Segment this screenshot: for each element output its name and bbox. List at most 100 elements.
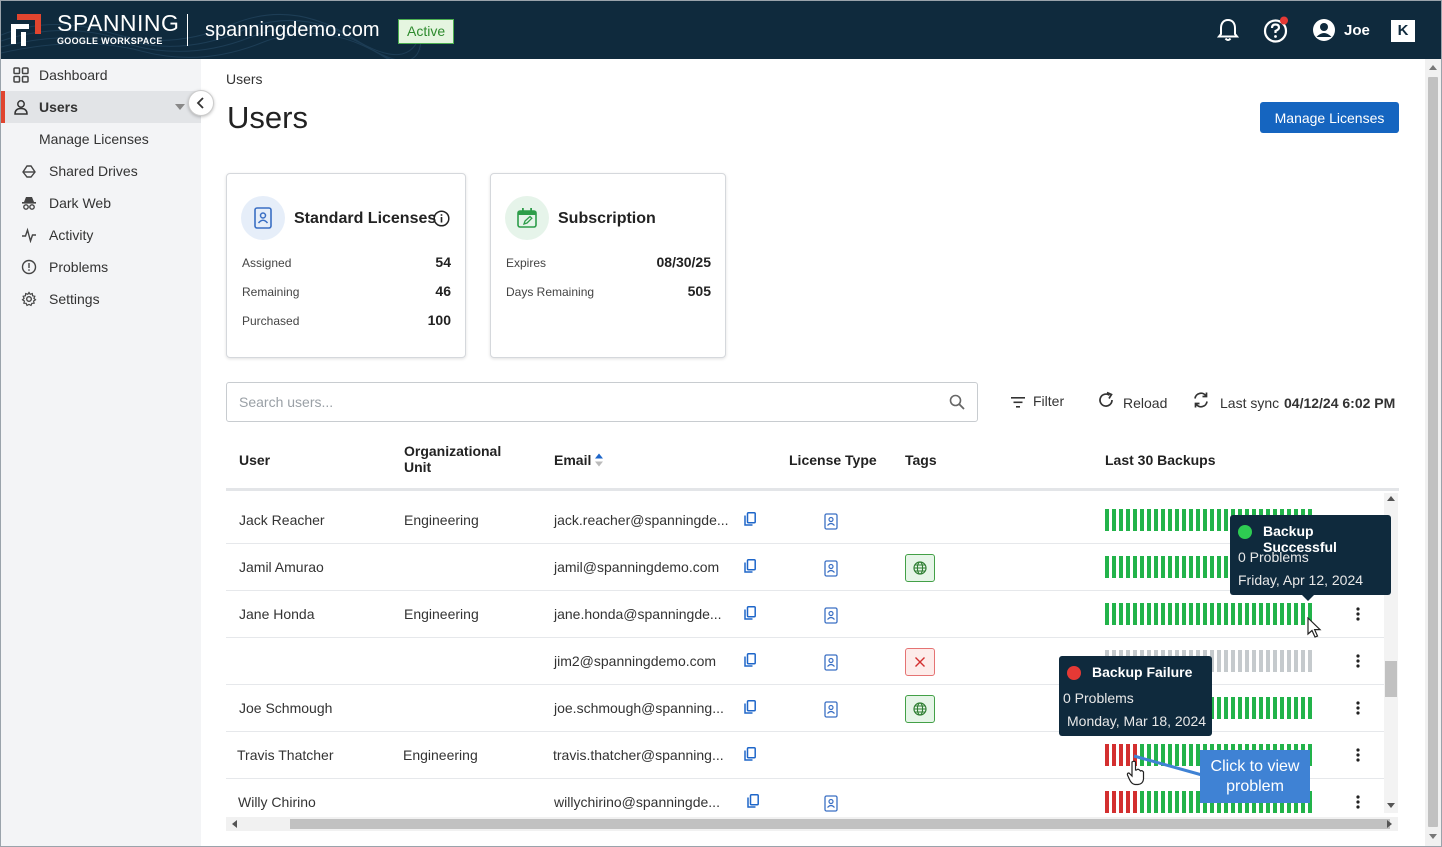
scrollbar-thumb[interactable]: [1385, 661, 1397, 697]
backup-success-bar[interactable]: [1175, 791, 1179, 813]
backup-success-bar[interactable]: [1203, 509, 1207, 531]
backup-failure-bar[interactable]: [1126, 791, 1130, 813]
backup-success-bar[interactable]: [1245, 603, 1249, 625]
backup-success-bar[interactable]: [1147, 791, 1151, 813]
scroll-down-arrow-icon[interactable]: [1387, 803, 1395, 809]
backup-none-bar[interactable]: [1231, 650, 1235, 672]
backup-success-bar[interactable]: [1266, 697, 1270, 719]
backup-success-bar[interactable]: [1175, 556, 1179, 578]
backup-success-bar[interactable]: [1196, 603, 1200, 625]
backup-success-bar[interactable]: [1245, 697, 1249, 719]
chevron-down-icon[interactable]: [175, 104, 185, 110]
backup-success-bar[interactable]: [1105, 556, 1109, 578]
info-icon[interactable]: [433, 210, 450, 227]
backup-success-bar[interactable]: [1161, 509, 1165, 531]
scroll-down-arrow-icon[interactable]: [1429, 834, 1437, 840]
backup-failure-bar[interactable]: [1105, 744, 1109, 766]
column-header-user[interactable]: User: [239, 452, 270, 468]
backup-success-bar[interactable]: [1140, 556, 1144, 578]
backup-none-bar[interactable]: [1217, 650, 1221, 672]
table-row[interactable]: Jack Reacher Engineering jack.reacher@sp…: [226, 497, 1384, 544]
copy-icon[interactable]: [744, 606, 756, 620]
scroll-up-arrow-icon[interactable]: [1429, 64, 1437, 70]
backup-success-bar[interactable]: [1224, 556, 1228, 578]
table-row[interactable]: Jane Honda Engineering jane.honda@spanni…: [226, 591, 1384, 638]
backup-failure-bar[interactable]: [1112, 744, 1116, 766]
backup-success-bar[interactable]: [1182, 603, 1186, 625]
backup-success-bar[interactable]: [1147, 603, 1151, 625]
backup-success-bar[interactable]: [1224, 603, 1228, 625]
backup-success-bar[interactable]: [1161, 556, 1165, 578]
backup-none-bar[interactable]: [1280, 650, 1284, 672]
backup-success-bar[interactable]: [1126, 509, 1130, 531]
user-name[interactable]: Joe: [1344, 22, 1370, 39]
sidebar-item-activity[interactable]: Activity: [1, 219, 201, 251]
more-options-icon[interactable]: [1356, 701, 1360, 715]
backup-success-bar[interactable]: [1112, 603, 1116, 625]
backup-failure-bar[interactable]: [1119, 744, 1123, 766]
sidebar-item-dark-web[interactable]: Dark Web: [1, 187, 201, 219]
backup-success-bar[interactable]: [1217, 697, 1221, 719]
page-vertical-scrollbar[interactable]: [1425, 59, 1441, 846]
backup-success-bar[interactable]: [1154, 509, 1158, 531]
backup-success-bar[interactable]: [1224, 697, 1228, 719]
backup-success-bar[interactable]: [1189, 603, 1193, 625]
backup-success-bar[interactable]: [1280, 603, 1284, 625]
backup-none-bar[interactable]: [1259, 650, 1263, 672]
help-icon[interactable]: [1263, 16, 1291, 44]
sidebar-item-shared-drives[interactable]: Shared Drives: [1, 155, 201, 187]
backup-success-bar[interactable]: [1147, 509, 1151, 531]
backup-success-bar[interactable]: [1119, 603, 1123, 625]
backup-success-bar[interactable]: [1175, 603, 1179, 625]
backup-success-bar[interactable]: [1217, 556, 1221, 578]
bell-icon[interactable]: [1216, 17, 1240, 43]
backup-success-bar[interactable]: [1301, 697, 1305, 719]
backup-success-bar[interactable]: [1119, 509, 1123, 531]
backup-success-bar[interactable]: [1259, 603, 1263, 625]
backup-success-bar[interactable]: [1168, 791, 1172, 813]
backup-success-bar[interactable]: [1112, 556, 1116, 578]
sidebar-item-settings[interactable]: Settings: [1, 283, 201, 315]
backup-success-bar[interactable]: [1140, 603, 1144, 625]
sidebar-item-dashboard[interactable]: Dashboard: [1, 59, 201, 91]
user-name-cell[interactable]: Joe Schmough: [239, 700, 332, 716]
more-options-icon[interactable]: [1356, 795, 1360, 809]
backup-success-bar[interactable]: [1259, 697, 1263, 719]
sort-icon[interactable]: [594, 452, 604, 468]
backup-success-bar[interactable]: [1238, 603, 1242, 625]
sidebar-item-manage-licenses[interactable]: Manage Licenses: [1, 123, 201, 155]
user-name-cell[interactable]: Willy Chirino: [238, 794, 316, 810]
backup-success-bar[interactable]: [1280, 697, 1284, 719]
backup-success-bar[interactable]: [1266, 603, 1270, 625]
scroll-left-arrow-icon[interactable]: [231, 820, 237, 828]
backup-success-bar[interactable]: [1161, 791, 1165, 813]
backup-success-bar[interactable]: [1133, 509, 1137, 531]
search-input[interactable]: [228, 384, 928, 420]
user-avatar-icon[interactable]: [1312, 18, 1336, 42]
backup-none-bar[interactable]: [1301, 650, 1305, 672]
manage-licenses-button[interactable]: Manage Licenses: [1260, 102, 1399, 133]
backup-success-bar[interactable]: [1203, 556, 1207, 578]
backup-success-bar[interactable]: [1182, 556, 1186, 578]
backup-success-bar[interactable]: [1105, 509, 1109, 531]
backup-success-bar[interactable]: [1105, 603, 1109, 625]
backup-none-bar[interactable]: [1308, 650, 1312, 672]
backup-none-bar[interactable]: [1294, 650, 1298, 672]
backup-none-bar[interactable]: [1273, 650, 1277, 672]
backup-success-bar[interactable]: [1294, 603, 1298, 625]
backup-success-bar[interactable]: [1154, 556, 1158, 578]
user-name-cell[interactable]: Jamil Amurao: [239, 559, 324, 575]
breadcrumb[interactable]: Users: [226, 71, 263, 87]
backup-failure-bar[interactable]: [1112, 791, 1116, 813]
more-options-icon[interactable]: [1356, 654, 1360, 668]
backup-failure-bar[interactable]: [1105, 791, 1109, 813]
backup-success-bar[interactable]: [1168, 556, 1172, 578]
backup-success-bar[interactable]: [1133, 556, 1137, 578]
backup-success-bar[interactable]: [1252, 603, 1256, 625]
backup-failure-bar[interactable]: [1133, 791, 1137, 813]
search-icon[interactable]: [949, 394, 965, 410]
backup-success-bar[interactable]: [1140, 791, 1144, 813]
backup-success-bar[interactable]: [1217, 603, 1221, 625]
sidebar-collapse-button[interactable]: [188, 90, 214, 116]
backup-success-bar[interactable]: [1126, 556, 1130, 578]
